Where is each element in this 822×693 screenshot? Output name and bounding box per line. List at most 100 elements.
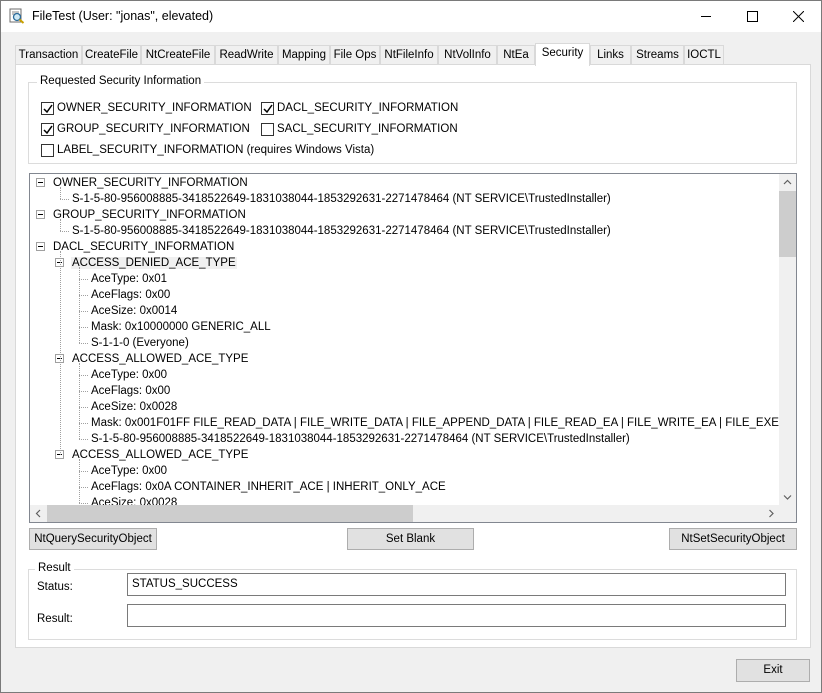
tab-ioctl[interactable]: IOCTL	[684, 45, 724, 65]
nt-query-security-object-button[interactable]: NtQuerySecurityObject	[29, 528, 157, 550]
tree-connector	[79, 279, 88, 280]
tree-node-leaf[interactable]: S-1-5-80-956008885-3418522649-1831038044…	[71, 191, 612, 207]
tree-connector	[79, 439, 88, 440]
tree-connector	[79, 407, 88, 408]
group-security-checkbox[interactable]: GROUP_SECURITY_INFORMATION	[41, 123, 250, 137]
chevron-up-icon	[783, 179, 792, 185]
tree-node-label: S-1-5-80-956008885-3418522649-1831038044…	[72, 193, 611, 205]
nt-set-security-object-button[interactable]: NtSetSecurityObject	[669, 528, 797, 550]
tree-node-leaf[interactable]: AceSize: 0x0014	[90, 303, 178, 319]
tab-mapping[interactable]: Mapping	[278, 45, 330, 65]
tree-node-label: AceType: 0x00	[91, 465, 168, 477]
tree-node-label: AceSize: 0x0028	[91, 401, 178, 413]
result-group: Result Status: STATUS_SUCCESS Result:	[28, 562, 797, 640]
tree-node-branch[interactable]: ACCESS_ALLOWED_ACE_TYPE	[71, 447, 249, 463]
scroll-up-button[interactable]	[779, 174, 796, 191]
tree-node-leaf[interactable]: AceType: 0x00	[90, 463, 168, 479]
tab-links[interactable]: Links	[590, 45, 631, 65]
result-label: Result:	[37, 613, 73, 625]
tree-node-label: OWNER_SECURITY_INFORMATION	[53, 177, 248, 189]
label-security-checkbox[interactable]: LABEL_SECURITY_INFORMATION (requires Win…	[41, 144, 374, 158]
chevron-left-icon	[35, 509, 41, 518]
exit-button[interactable]: Exit	[736, 659, 810, 682]
tree-connector	[79, 375, 88, 376]
close-icon	[793, 11, 804, 22]
scrollbar-corner	[779, 505, 796, 522]
tree-node-label: ACCESS_ALLOWED_ACE_TYPE	[72, 449, 249, 461]
tree-node-leaf[interactable]: S-1-5-80-956008885-3418522649-1831038044…	[90, 431, 631, 447]
sacl-checkbox-box[interactable]	[261, 123, 274, 136]
result-field[interactable]	[127, 604, 786, 627]
group-checkbox-label: GROUP_SECURITY_INFORMATION	[57, 123, 250, 135]
tree-node-label: AceSize: 0x0014	[91, 305, 178, 317]
tree-node-label: AceFlags: 0x00	[91, 289, 171, 301]
tab-ntvolinfo[interactable]: NtVolInfo	[438, 45, 497, 65]
title-bar[interactable]: FileTest (User: "jonas", elevated)	[1, 1, 821, 32]
tree-node-branch[interactable]: GROUP_SECURITY_INFORMATION	[52, 207, 247, 223]
tree-connector	[60, 251, 61, 455]
tree-node-label: DACL_SECURITY_INFORMATION	[53, 241, 235, 253]
tree-connector	[79, 327, 88, 328]
status-field[interactable]: STATUS_SUCCESS	[127, 573, 786, 596]
horizontal-scrollbar[interactable]	[30, 505, 780, 522]
close-button[interactable]	[776, 1, 822, 32]
tab-ntcreatefile[interactable]: NtCreateFile	[141, 45, 215, 65]
set-blank-button[interactable]: Set Blank	[347, 528, 474, 550]
tab-createfile[interactable]: CreateFile	[82, 45, 141, 65]
maximize-button[interactable]	[730, 1, 776, 32]
tree-node-leaf[interactable]: AceType: 0x01	[90, 271, 168, 287]
tab-streams[interactable]: Streams	[631, 45, 684, 65]
tab-security[interactable]: Security	[535, 43, 590, 66]
label-checkbox-box[interactable]	[41, 144, 54, 157]
vertical-scrollbar[interactable]	[779, 174, 796, 506]
vertical-scroll-thumb[interactable]	[779, 191, 796, 257]
collapse-icon[interactable]	[36, 178, 45, 187]
owner-security-checkbox[interactable]: OWNER_SECURITY_INFORMATION	[41, 102, 252, 116]
dacl-security-checkbox[interactable]: DACL_SECURITY_INFORMATION	[261, 102, 458, 116]
tree-node-branch[interactable]: OWNER_SECURITY_INFORMATION	[52, 175, 249, 191]
tree-node-branch[interactable]: ACCESS_ALLOWED_ACE_TYPE	[71, 351, 249, 367]
scroll-right-button[interactable]	[763, 505, 780, 522]
tree-node-leaf[interactable]: AceFlags: 0x0A CONTAINER_INHERIT_ACE | I…	[90, 479, 447, 495]
minimize-button[interactable]	[684, 1, 730, 32]
tree-node-leaf[interactable]: AceFlags: 0x00	[90, 287, 171, 303]
scroll-down-button[interactable]	[779, 489, 796, 506]
security-tab-panel: Requested Security Information OWNER_SEC…	[15, 64, 811, 648]
dacl-checkbox-box[interactable]	[261, 102, 274, 115]
tab-file-ops[interactable]: File Ops	[330, 45, 380, 65]
tree-node-label: AceType: 0x00	[91, 369, 168, 381]
tree-node-label: AceFlags: 0x00	[91, 385, 171, 397]
tree-connector	[79, 363, 80, 439]
tree-node-leaf[interactable]: AceType: 0x00	[90, 367, 168, 383]
collapse-icon[interactable]	[36, 242, 45, 251]
owner-checkbox-box[interactable]	[41, 102, 54, 115]
tab-readwrite[interactable]: ReadWrite	[215, 45, 278, 65]
security-tree-view[interactable]: OWNER_SECURITY_INFORMATION S-1-5-80-95600…	[29, 173, 797, 523]
dacl-checkbox-label: DACL_SECURITY_INFORMATION	[277, 102, 459, 114]
collapse-icon[interactable]	[36, 210, 45, 219]
tree-node-leaf[interactable]: S-1-5-80-956008885-3418522649-1831038044…	[71, 223, 612, 239]
tab-ntfileinfo[interactable]: NtFileInfo	[380, 45, 438, 65]
tab-ntea[interactable]: NtEa	[497, 45, 535, 65]
tree-node-leaf[interactable]: Mask: 0x001F01FF FILE_READ_DATA | FILE_W…	[90, 415, 780, 431]
tab-transaction[interactable]: Transaction	[15, 45, 82, 65]
minimize-icon	[701, 16, 711, 17]
tree-node-branch[interactable]: DACL_SECURITY_INFORMATION	[52, 239, 235, 255]
tree-connector	[60, 231, 69, 232]
horizontal-scroll-thumb[interactable]	[47, 505, 413, 522]
group-checkbox-box[interactable]	[41, 123, 54, 136]
requested-security-group-label: Requested Security Information	[37, 75, 205, 87]
sacl-security-checkbox[interactable]: SACL_SECURITY_INFORMATION	[261, 123, 458, 137]
tree-node-leaf[interactable]: AceFlags: 0x00	[90, 383, 171, 399]
tree-connector	[79, 311, 88, 312]
sacl-checkbox-label: SACL_SECURITY_INFORMATION	[277, 123, 458, 135]
tree-node-leaf[interactable]: S-1-1-0 (Everyone)	[90, 335, 190, 351]
tree-node-leaf[interactable]: Mask: 0x10000000 GENERIC_ALL	[90, 319, 272, 335]
tree-node-branch[interactable]: ACCESS_DENIED_ACE_TYPE	[71, 255, 237, 271]
scroll-left-button[interactable]	[30, 505, 47, 522]
owner-checkbox-label: OWNER_SECURITY_INFORMATION	[57, 102, 252, 114]
checkmark-icon	[263, 104, 273, 114]
requested-security-group: Requested Security Information OWNER_SEC…	[28, 75, 797, 164]
tree-node-label: ACCESS_ALLOWED_ACE_TYPE	[72, 353, 249, 365]
tree-node-leaf[interactable]: AceSize: 0x0028	[90, 399, 178, 415]
